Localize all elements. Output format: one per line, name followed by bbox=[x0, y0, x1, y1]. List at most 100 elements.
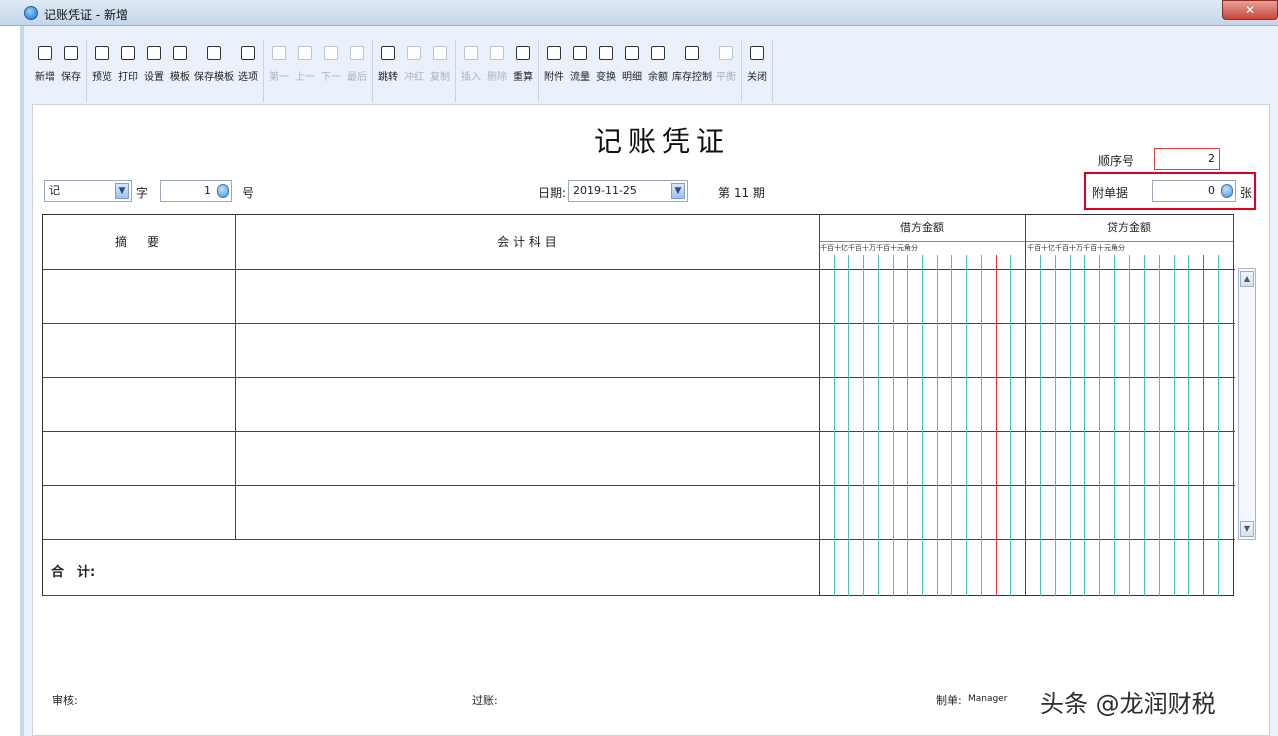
date-picker[interactable]: 2019-11-25 ▼ bbox=[568, 180, 688, 202]
toolbar-button-options[interactable]: 选项 bbox=[235, 40, 261, 102]
attachment-icon bbox=[547, 46, 561, 60]
new-doc-icon bbox=[38, 46, 52, 60]
toolbar-group: 新增 保存 bbox=[32, 40, 87, 102]
preview-icon bbox=[95, 46, 109, 60]
toolbar-button-label: 预览 bbox=[92, 72, 112, 83]
poster-label: 过账: bbox=[472, 694, 498, 707]
toolbar-button-jump[interactable]: 跳转 bbox=[375, 40, 401, 102]
close-door-icon bbox=[750, 46, 764, 60]
grid-scrollbar[interactable]: ▲ ▼ bbox=[1238, 268, 1256, 540]
insert-icon bbox=[464, 46, 478, 60]
toolbar-button-label: 流量 bbox=[570, 72, 590, 83]
maker-label: 制单: bbox=[936, 694, 962, 707]
toolbar-button-delete[interactable]: 删除 bbox=[484, 40, 510, 102]
toolbar-button-preview[interactable]: 预览 bbox=[89, 40, 115, 102]
voucher-number-field[interactable]: 1 bbox=[160, 180, 232, 202]
toolbar-button-label: 保存模板 bbox=[194, 72, 234, 83]
jump-icon bbox=[381, 46, 395, 60]
print-icon bbox=[121, 46, 135, 60]
first-icon bbox=[272, 46, 286, 60]
toolbar-button-label: 新增 bbox=[35, 72, 55, 83]
detail-icon bbox=[625, 46, 639, 60]
date-label: 日期: bbox=[538, 186, 567, 200]
settings-icon bbox=[147, 46, 161, 60]
toolbar-group: 跳转 冲红 复制 bbox=[375, 40, 456, 102]
voucher-number-value: 1 bbox=[204, 184, 211, 197]
inventory-icon bbox=[685, 46, 699, 60]
toolbar-button-save[interactable]: 保存 bbox=[58, 40, 84, 102]
toolbar-button-print[interactable]: 打印 bbox=[115, 40, 141, 102]
toolbar-button-flow[interactable]: 流量 bbox=[567, 40, 593, 102]
toolbar-button-new-doc[interactable]: 新增 bbox=[32, 40, 58, 102]
scroll-down-icon[interactable]: ▼ bbox=[1240, 521, 1254, 537]
toolbar-button-attachment[interactable]: 附件 bbox=[541, 40, 567, 102]
window-close-button[interactable]: ✕ bbox=[1222, 0, 1278, 20]
voucher-type-combo[interactable]: 记 ▼ bbox=[44, 180, 132, 202]
toolbar-button-insert[interactable]: 插入 bbox=[458, 40, 484, 102]
balance-icon bbox=[651, 46, 665, 60]
toolbar-button-label: 库存控制 bbox=[672, 72, 712, 83]
seq-label: 顺序号 bbox=[1098, 154, 1135, 168]
entry-rows[interactable] bbox=[43, 269, 819, 539]
template-icon bbox=[173, 46, 187, 60]
window-title: 记账凭证 - 新增 bbox=[44, 8, 128, 22]
toolbar-button-label: 余额 bbox=[648, 72, 668, 83]
save-template-icon bbox=[207, 46, 221, 60]
chevron-down-icon[interactable]: ▼ bbox=[671, 183, 685, 199]
voucher-title: 记账凭证 bbox=[593, 125, 730, 158]
toolbar-group: 预览 打印 设置 模板 保存模板 选项 bbox=[89, 40, 264, 102]
save-icon bbox=[64, 46, 78, 60]
toolbar-button-label: 最后 bbox=[347, 72, 367, 83]
flow-icon bbox=[573, 46, 587, 60]
hao-label: 号 bbox=[242, 186, 255, 200]
reviewer-label: 审核: bbox=[52, 694, 78, 707]
next-icon bbox=[324, 46, 338, 60]
toolbar-button-last[interactable]: 最后 bbox=[344, 40, 370, 102]
toolbar-button-save-template[interactable]: 保存模板 bbox=[193, 40, 235, 102]
equal-icon bbox=[719, 46, 733, 60]
col-summary-header: 摘 要 bbox=[114, 235, 163, 249]
seq-value: 2 bbox=[1208, 152, 1215, 165]
toolbar-button-equal[interactable]: 平衡 bbox=[713, 40, 739, 102]
toolbar-button-template[interactable]: 模板 bbox=[167, 40, 193, 102]
toolbar-button-recalc[interactable]: 重算 bbox=[510, 40, 536, 102]
toolbar-button-close-door[interactable]: 关闭 bbox=[744, 40, 770, 102]
toolbar-button-label: 保存 bbox=[61, 72, 81, 83]
toolbar-button-reverse[interactable]: 冲红 bbox=[401, 40, 427, 102]
seq-field[interactable]: 2 bbox=[1154, 148, 1220, 170]
maker-value: Manager bbox=[968, 694, 1008, 704]
scroll-up-icon[interactable]: ▲ bbox=[1240, 271, 1254, 287]
toolbar-button-label: 冲红 bbox=[404, 72, 424, 83]
chevron-down-icon[interactable]: ▼ bbox=[115, 183, 129, 199]
credit-amount-columns bbox=[1025, 241, 1233, 596]
col-credit-header: 贷方金额 bbox=[1107, 221, 1151, 234]
toolbar-button-settings[interactable]: 设置 bbox=[141, 40, 167, 102]
toolbar-button-prev[interactable]: 上一 bbox=[292, 40, 318, 102]
toolbar-button-label: 复制 bbox=[430, 72, 450, 83]
toolbar-button-next[interactable]: 下一 bbox=[318, 40, 344, 102]
copy-icon bbox=[433, 46, 447, 60]
toolbar-button-inventory[interactable]: 库存控制 bbox=[671, 40, 713, 102]
spinner-icon[interactable] bbox=[217, 184, 229, 198]
options-icon bbox=[241, 46, 255, 60]
date-value: 2019-11-25 bbox=[573, 184, 637, 197]
toolbar-button-label: 选项 bbox=[238, 72, 258, 83]
entry-grid: 摘 要 会 计 科 目 借方金额 贷方金额 千百十亿千百十万千百十元角分 千百十… bbox=[42, 214, 1235, 596]
toolbar-button-copy[interactable]: 复制 bbox=[427, 40, 453, 102]
toolbar-button-detail[interactable]: 明细 bbox=[619, 40, 645, 102]
col-debit-header: 借方金额 bbox=[900, 221, 944, 234]
toolbar-button-label: 平衡 bbox=[716, 72, 736, 83]
toolbar: 新增 保存 预览 打印 设置 模板 保存模板 选项 第一 上一 下一 最后 跳转 冲红 复制 插入 删除 重算 附件… bbox=[32, 40, 1177, 102]
toolbar-group: 关闭 bbox=[744, 40, 773, 102]
toolbar-button-label: 上一 bbox=[295, 72, 315, 83]
prev-icon bbox=[298, 46, 312, 60]
total-label: 合 计: bbox=[51, 565, 96, 580]
voucher-type-value: 记 bbox=[49, 184, 60, 197]
period-text: 第 11 期 bbox=[718, 186, 765, 200]
toolbar-button-transform[interactable]: 变换 bbox=[593, 40, 619, 102]
toolbar-group: 第一 上一 下一 最后 bbox=[266, 40, 373, 102]
toolbar-button-first[interactable]: 第一 bbox=[266, 40, 292, 102]
toolbar-button-balance[interactable]: 余额 bbox=[645, 40, 671, 102]
watermark-text: 头条 @龙润财税 bbox=[1040, 690, 1216, 718]
toolbar-button-label: 变换 bbox=[596, 72, 616, 83]
